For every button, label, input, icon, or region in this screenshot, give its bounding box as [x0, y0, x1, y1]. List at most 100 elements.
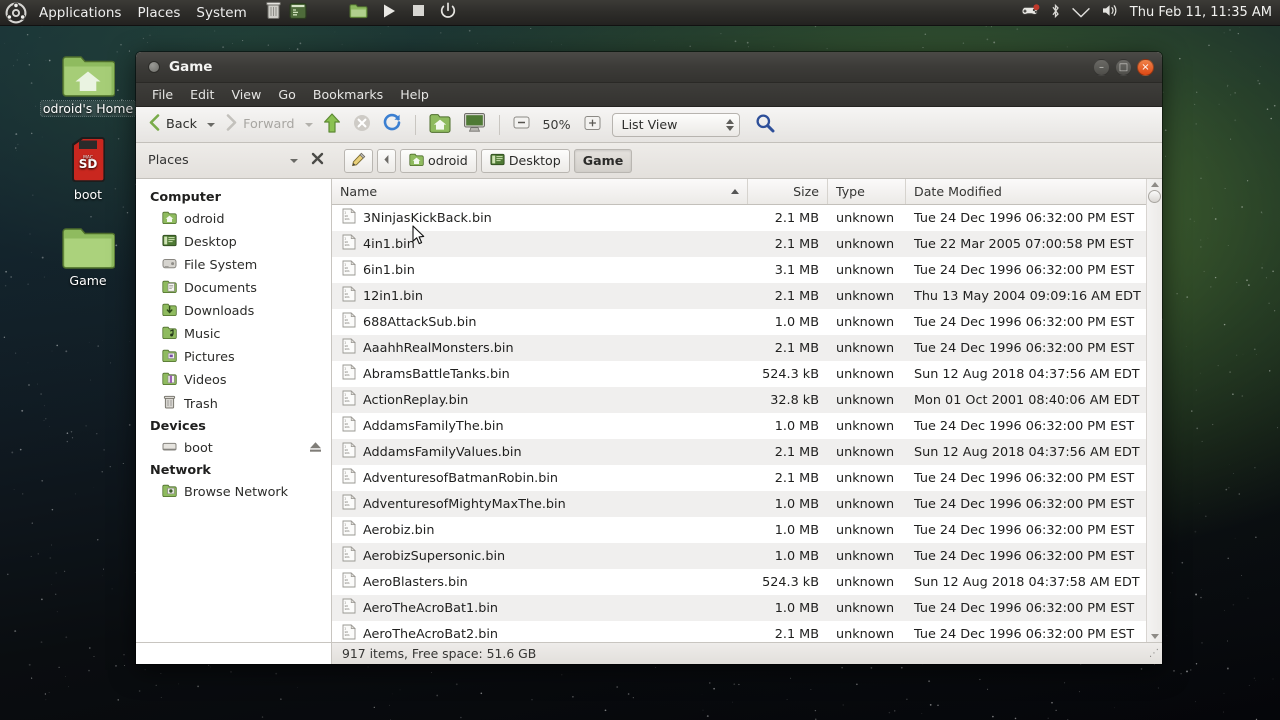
file-manager-icon[interactable] — [349, 3, 368, 23]
scroll-down-icon[interactable] — [1151, 634, 1159, 639]
file-rows[interactable]: 1101013NinjasKickBack.bin2.1 MBunknownTu… — [332, 205, 1146, 642]
sidebar-item-pictures[interactable]: Pictures — [136, 346, 331, 369]
vertical-scrollbar[interactable] — [1146, 179, 1162, 642]
up-button[interactable] — [318, 110, 346, 140]
table-row[interactable]: 11010112in1.bin2.1 MBunknownThu 13 May 2… — [332, 283, 1146, 309]
wifi-icon[interactable] — [1071, 4, 1091, 22]
breadcrumb-game[interactable]: Game — [574, 149, 633, 173]
chevron-down-icon[interactable] — [290, 159, 298, 163]
table-row[interactable]: 110101Aerobiz.bin1.0 MBunknownTue 24 Dec… — [332, 517, 1146, 543]
media-play-icon[interactable] — [382, 3, 397, 23]
breadcrumb-label: Desktop — [509, 153, 561, 168]
zoom-reset-icon — [584, 115, 601, 135]
window-titlebar[interactable]: Game – □ × — [136, 52, 1162, 83]
scroll-left-button[interactable] — [377, 149, 396, 173]
view-mode-select[interactable]: List View — [612, 113, 740, 137]
panel-clock[interactable]: Thu Feb 11, 11:35 AM — [1130, 5, 1272, 20]
media-stop-icon[interactable] — [411, 3, 426, 22]
sidebar-item-videos[interactable]: Videos — [136, 369, 331, 392]
table-row[interactable]: 1101016in1.bin3.1 MBunknownTue 24 Dec 19… — [332, 257, 1146, 283]
sidebar-item-trash[interactable]: Trash — [136, 392, 331, 416]
computer-button[interactable] — [458, 109, 491, 140]
close-button[interactable]: × — [1137, 59, 1154, 76]
panel-menu-system[interactable]: System — [188, 2, 254, 24]
file-date-cell: Tue 22 Mar 2005 07:00:58 PM EST — [906, 237, 1146, 252]
edit-path-button[interactable] — [344, 149, 373, 173]
file-date-cell: Tue 24 Dec 1996 06:32:00 PM EST — [906, 419, 1146, 434]
sidebar-item-desktop[interactable]: Desktop — [136, 231, 331, 254]
breadcrumb-desktop[interactable]: Desktop — [481, 149, 570, 173]
close-sidebar-button[interactable] — [311, 152, 324, 169]
scroll-up-icon[interactable] — [1151, 182, 1159, 187]
table-row[interactable]: 110101AerobizSupersonic.bin1.0 MBunknown… — [332, 543, 1146, 569]
breadcrumb-odroid[interactable]: odroid — [400, 149, 477, 173]
table-row[interactable]: 110101AddamsFamilyValues.bin2.1 MBunknow… — [332, 439, 1146, 465]
desktop-icon-home[interactable]: odroid's Home — [40, 46, 136, 116]
zoom-out-button[interactable] — [508, 112, 535, 137]
trash-icon[interactable] — [265, 1, 282, 24]
maximize-button[interactable]: □ — [1115, 59, 1132, 76]
sidebar: Computer odroid Desktop File System Docu… — [136, 179, 332, 642]
volume-icon[interactable] — [1101, 3, 1120, 22]
sidebar-item-boot[interactable]: boot — [136, 437, 331, 460]
sidebar-item-browse-network[interactable]: Browse Network — [136, 481, 331, 504]
column-header-name[interactable]: Name — [332, 179, 748, 204]
sidebar-item-odroid[interactable]: odroid — [136, 208, 331, 231]
column-header-type[interactable]: Type — [828, 179, 906, 204]
forward-button[interactable]: Forward — [220, 111, 299, 138]
eject-icon[interactable] — [308, 440, 323, 457]
sidebar-item-music[interactable]: Music — [136, 323, 331, 346]
column-header-size[interactable]: Size — [748, 179, 828, 204]
desktop-icon-game[interactable]: Game — [40, 218, 136, 288]
file-date-cell: Tue 24 Dec 1996 06:32:00 PM EST — [906, 263, 1146, 278]
forward-history-dropdown-icon[interactable] — [305, 123, 313, 127]
table-row[interactable]: 110101ActionReplay.bin32.8 kBunknownMon … — [332, 387, 1146, 413]
back-history-dropdown-icon[interactable] — [207, 123, 215, 127]
resize-grip[interactable]: ⋰ — [1149, 648, 1162, 659]
table-row[interactable]: 110101AeroTheAcroBat1.bin1.0 MBunknownTu… — [332, 595, 1146, 621]
table-row[interactable]: 1101013NinjasKickBack.bin2.1 MBunknownTu… — [332, 205, 1146, 231]
table-row[interactable]: 110101AeroTheAcroBat2.bin2.1 MBunknownTu… — [332, 621, 1146, 642]
scrollbar-thumb[interactable] — [1148, 190, 1161, 203]
binary-file-icon: 110101 — [342, 208, 356, 228]
panel-menu-places[interactable]: Places — [129, 2, 188, 24]
desktop-icon-boot[interactable]: SD MAC boot — [40, 132, 136, 202]
gamepad-icon[interactable] — [1020, 4, 1040, 22]
terminal-icon[interactable] — [289, 2, 307, 24]
table-row[interactable]: 110101AeroBlasters.bin524.3 kBunknownSun… — [332, 569, 1146, 595]
minimize-button[interactable]: – — [1093, 59, 1110, 76]
reload-button[interactable] — [378, 110, 407, 139]
back-button[interactable]: Back — [143, 111, 202, 138]
zoom-out-icon — [513, 115, 530, 134]
table-row[interactable]: 1101014in1.bin2.1 MBunknownTue 22 Mar 20… — [332, 231, 1146, 257]
table-row[interactable]: 110101AbramsBattleTanks.bin524.3 kBunkno… — [332, 361, 1146, 387]
table-row[interactable]: 110101AaahhRealMonsters.bin2.1 MBunknown… — [332, 335, 1146, 361]
menu-view[interactable]: View — [223, 84, 269, 105]
ubuntu-logo-icon[interactable] — [5, 2, 27, 24]
zoom-reset-button[interactable] — [579, 112, 606, 138]
column-header-name-label: Name — [340, 184, 377, 199]
table-row[interactable]: 110101AdventuresofBatmanRobin.bin2.1 MBu… — [332, 465, 1146, 491]
menu-edit[interactable]: Edit — [182, 84, 222, 105]
column-header-date[interactable]: Date Modified — [906, 179, 1146, 204]
bluetooth-icon[interactable] — [1050, 3, 1061, 23]
search-button[interactable] — [750, 110, 780, 140]
sidebar-item-documents[interactable]: Documents — [136, 277, 331, 300]
places-header[interactable]: Places — [136, 152, 332, 169]
menu-go[interactable]: Go — [270, 84, 303, 105]
stop-button[interactable] — [348, 111, 376, 139]
file-name-label: AbramsBattleTanks.bin — [363, 367, 510, 382]
menu-bookmarks[interactable]: Bookmarks — [305, 84, 391, 105]
file-size-cell: 524.3 kB — [748, 575, 828, 590]
panel-menu-applications[interactable]: Applications — [31, 2, 129, 24]
sidebar-item-file-system[interactable]: File System — [136, 254, 331, 277]
sidebar-item-downloads[interactable]: Downloads — [136, 300, 331, 323]
table-row[interactable]: 110101AddamsFamilyThe.bin1.0 MBunknownTu… — [332, 413, 1146, 439]
home-button[interactable] — [424, 110, 456, 140]
table-row[interactable]: 110101688AttackSub.bin1.0 MBunknownTue 2… — [332, 309, 1146, 335]
power-icon[interactable] — [440, 2, 456, 23]
file-name-label: AeroTheAcroBat1.bin — [363, 601, 498, 616]
menu-file[interactable]: File — [144, 84, 181, 105]
menu-help[interactable]: Help — [392, 84, 437, 105]
table-row[interactable]: 110101AdventuresofMightyMaxThe.bin1.0 MB… — [332, 491, 1146, 517]
